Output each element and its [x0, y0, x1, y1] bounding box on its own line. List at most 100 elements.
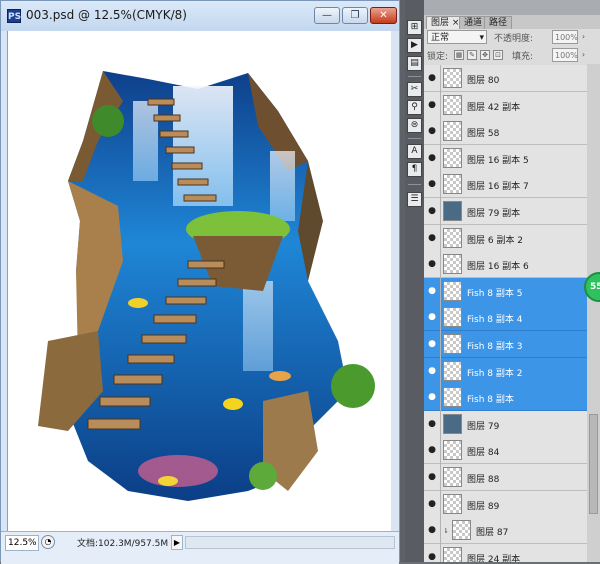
history-icon[interactable]: ⊞	[407, 20, 422, 35]
visibility-eye-icon[interactable]: ●	[427, 153, 437, 163]
toolbar-divider	[408, 184, 421, 185]
layer-name[interactable]: 图层 80	[467, 73, 499, 86]
layer-name[interactable]: 图层 16 副本 5	[467, 153, 529, 166]
layer-thumbnail	[443, 387, 462, 408]
layer-thumbnail	[443, 201, 462, 221]
visibility-eye-icon[interactable]: ●	[427, 179, 437, 189]
layer-name[interactable]: 图层 16 副本 7	[467, 179, 529, 192]
layer-row[interactable]: ● 图层 88	[424, 464, 587, 491]
document-window: PS 003.psd @ 12.5%(CMYK/8) — ❐ ✕ 12.5% ◔…	[0, 0, 400, 564]
layer-thumbnail	[443, 94, 462, 115]
layer-thumbnail	[443, 493, 462, 514]
opacity-field[interactable]: 100%	[552, 30, 578, 44]
tab-channels[interactable]: 通道	[459, 16, 488, 29]
visibility-eye-icon[interactable]: ●	[427, 339, 437, 349]
fill-field[interactable]: 100%	[552, 48, 578, 62]
restore-button[interactable]: ❐	[342, 7, 368, 24]
visibility-eye-icon[interactable]: ●	[427, 233, 437, 243]
tab-paths[interactable]: 路径	[484, 16, 513, 29]
layer-row[interactable]: ● 图层 79	[424, 410, 587, 438]
waterfall-right	[270, 151, 295, 221]
layer-name[interactable]: Fish 8 副本 3	[467, 339, 522, 352]
layer-name[interactable]: 图层 89	[467, 499, 499, 512]
layer-row[interactable]: ● 图层 24 副本	[424, 543, 587, 562]
layer-row[interactable]: ● Fish 8 副本 3	[424, 331, 587, 358]
layer-row[interactable]: ● 图层 84	[424, 437, 587, 465]
row-divider	[440, 410, 441, 438]
row-divider	[440, 437, 441, 465]
layer-row[interactable]: ● 图层 6 副本 2	[424, 224, 587, 252]
close-button[interactable]: ✕	[370, 7, 397, 24]
layer-name[interactable]: Fish 8 副本 4	[467, 312, 522, 325]
status-circle-icon[interactable]: ◔	[41, 535, 55, 549]
layer-name[interactable]: 图层 84	[467, 445, 499, 458]
title-bar[interactable]: PS 003.psd @ 12.5%(CMYK/8) — ❐ ✕	[1, 1, 399, 31]
layer-row[interactable]: ⇂ ● 图层 87	[424, 517, 587, 545]
layer-row[interactable]: ● 图层 16 副本 7	[424, 171, 587, 199]
scroll-thumb[interactable]	[589, 414, 598, 514]
lock-move-icon[interactable]: ✥	[480, 50, 490, 60]
lock-paint-icon[interactable]: ✎	[467, 50, 477, 60]
layer-name[interactable]: 图层 42 副本	[467, 100, 520, 113]
layer-name[interactable]: 图层 87	[476, 525, 508, 538]
layer-row[interactable]: ● 图层 89	[424, 490, 587, 518]
layer-row[interactable]: ● Fish 8 副本 4	[424, 304, 587, 332]
layer-name[interactable]: 图层 88	[467, 472, 499, 485]
visibility-eye-icon[interactable]: ●	[427, 499, 437, 509]
actions-icon[interactable]: ▶	[407, 38, 422, 53]
visibility-eye-icon[interactable]: ●	[427, 312, 437, 322]
layer-name[interactable]: Fish 8 副本 2	[467, 366, 522, 379]
layer-row[interactable]: ● Fish 8 副本 5	[424, 277, 587, 305]
visibility-eye-icon[interactable]: ●	[427, 472, 437, 482]
lock-transparent-icon[interactable]: ▦	[454, 50, 464, 60]
layers-scrollbar[interactable]	[587, 64, 600, 562]
opacity-arrow-icon[interactable]: ›	[580, 31, 587, 43]
visibility-eye-icon[interactable]: ●	[427, 126, 437, 136]
layer-name[interactable]: 图层 79	[467, 419, 499, 432]
layer-name[interactable]: 图层 16 副本 6	[467, 259, 529, 272]
layer-row[interactable]: ● 图层 16 副本 6	[424, 251, 587, 279]
layer-row[interactable]: ● 图层 58	[424, 118, 587, 146]
layer-row[interactable]: ● Fish 8 副本	[424, 384, 587, 412]
character-icon[interactable]: A	[407, 144, 422, 159]
layer-name[interactable]: 图层 24 副本	[467, 552, 520, 562]
layer-thumbnail	[443, 280, 462, 301]
vertical-scrollbar[interactable]	[391, 31, 399, 531]
layer-row[interactable]: ● Fish 8 副本 2	[424, 357, 587, 385]
brush-icon[interactable]: ⚲	[407, 100, 422, 115]
visibility-eye-icon[interactable]: ●	[427, 206, 437, 216]
row-divider	[440, 543, 441, 562]
layer-name[interactable]: Fish 8 副本 5	[467, 286, 522, 299]
layer-name[interactable]: 图层 6 副本 2	[467, 233, 523, 246]
status-menu-arrow[interactable]: ▶	[171, 535, 183, 550]
visibility-eye-icon[interactable]: ●	[427, 259, 437, 269]
blend-mode-select[interactable]: 正常 ▾	[427, 30, 487, 44]
visibility-eye-icon[interactable]: ●	[427, 419, 437, 429]
document-canvas[interactable]	[7, 31, 393, 531]
layer-row[interactable]: ● 图层 42 副本	[424, 91, 587, 119]
layer-comps-icon[interactable]: ☰	[407, 192, 422, 207]
visibility-eye-icon[interactable]: ●	[427, 445, 437, 455]
fill-arrow-icon[interactable]: ›	[580, 49, 587, 61]
visibility-eye-icon[interactable]: ●	[427, 392, 437, 402]
visibility-eye-icon[interactable]: ●	[427, 286, 437, 296]
paragraph-icon[interactable]: ¶	[407, 162, 422, 177]
layer-row[interactable]: ● 图层 79 副本	[424, 198, 587, 225]
visibility-eye-icon[interactable]: ●	[427, 73, 437, 83]
lock-all-icon[interactable]: ⊡	[493, 50, 503, 60]
minimize-button[interactable]: —	[314, 7, 340, 24]
visibility-eye-icon[interactable]: ●	[427, 100, 437, 110]
layer-row[interactable]: ● 图层 16 副本 5	[424, 144, 587, 172]
layer-name[interactable]: 图层 79 副本	[467, 206, 520, 219]
layer-row[interactable]: ● 图层 80	[424, 65, 587, 92]
visibility-eye-icon[interactable]: ●	[427, 552, 437, 562]
visibility-eye-icon[interactable]: ●	[427, 366, 437, 376]
layer-name[interactable]: Fish 8 副本	[467, 392, 514, 405]
clone-icon[interactable]: ⊜	[407, 118, 422, 133]
zoom-level[interactable]: 12.5%	[5, 535, 39, 551]
horizontal-scrollbar[interactable]	[185, 536, 395, 549]
layer-name[interactable]: 图层 58	[467, 126, 499, 139]
visibility-eye-icon[interactable]: ●	[427, 525, 437, 535]
navigator-icon[interactable]: ▤	[407, 56, 422, 71]
tools-icon[interactable]: ✂	[407, 82, 422, 97]
